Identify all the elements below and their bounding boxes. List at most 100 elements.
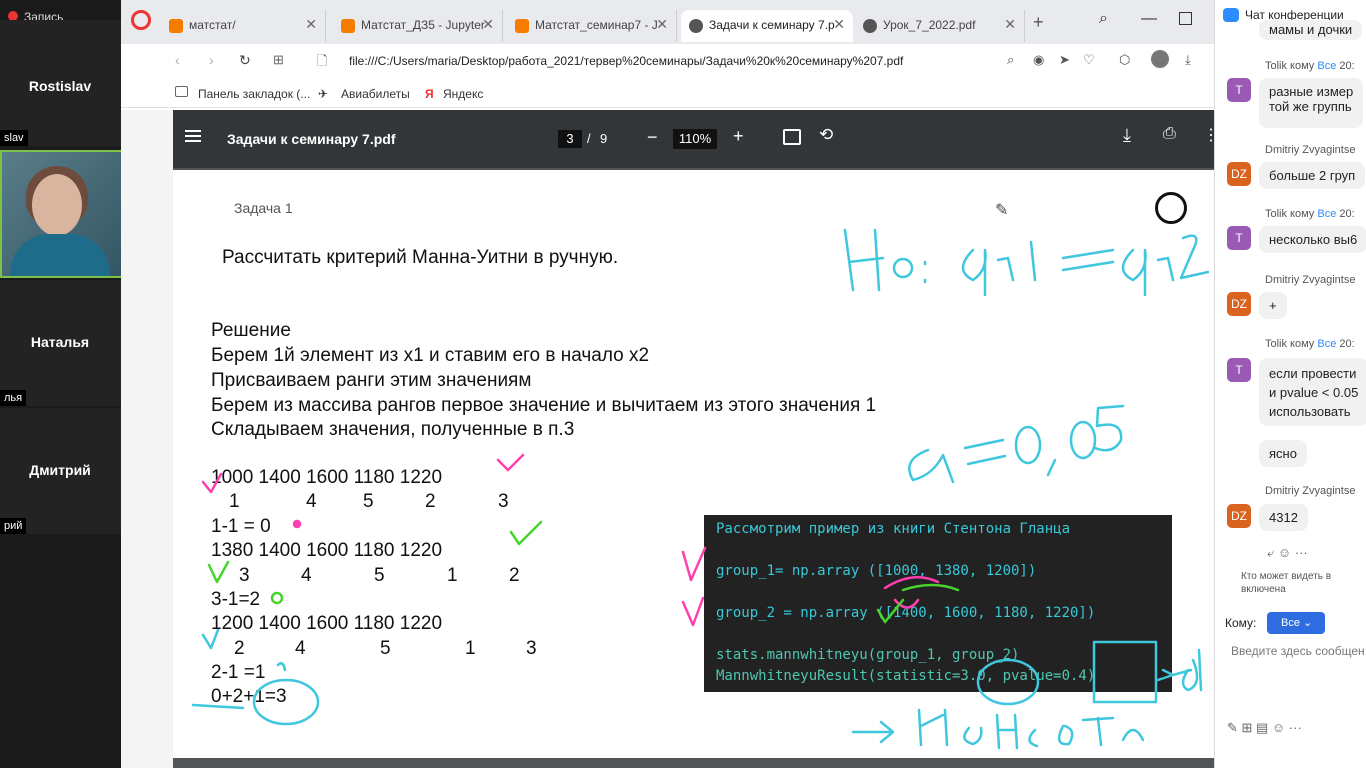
profile-icon[interactable] [1151,50,1169,68]
chat-compose: Кому: Все ⌄ Введите здесь сообщен ✎ ⊞ ▤ … [1215,600,1366,768]
close-icon[interactable]: ✕ [833,16,845,33]
chat-meta: Dmitriy Zvyagintse [1265,144,1356,156]
zoom-icon[interactable]: ⌕ [1007,52,1014,68]
menu-icon[interactable] [185,130,201,132]
address-bar: ‹ › ↻ ⊞ 🗋 file:///C:/Users/maria/Desktop… [121,44,1214,78]
grid-icon[interactable]: ⊞ [273,52,284,68]
chat-meta: Dmitriy Zvyagintse [1265,274,1356,286]
participant-name: Дмитрий [29,462,91,478]
bookmark[interactable]: Панель закладок (... [198,87,310,101]
bookmark[interactable]: Авиабилеты [341,87,410,101]
tab[interactable]: Матстат_семинар7 - J ✕ [507,10,677,42]
avatar: T [1227,358,1251,382]
plane-icon: ✈ [318,87,329,101]
globe-icon [689,19,703,33]
green-checks [207,520,960,624]
margin-checks [191,628,320,726]
participant-name: Наталья [30,334,90,350]
url-field[interactable]: file:///C:/Users/maria/Desktop/работа_20… [349,54,903,68]
zoom-level[interactable]: 110% [673,129,717,149]
minimize-icon[interactable]: — [1141,10,1157,28]
chat-meta: Tolik кому Все 20: [1265,60,1355,72]
bookmark[interactable]: Яндекс [443,87,483,101]
heart-icon[interactable]: ♡ [1083,52,1095,68]
avatar: T [1227,226,1251,250]
folder-icon [175,86,188,97]
file-icon: 🗋 [317,53,328,68]
pink-checks [201,453,940,627]
compose-tools-icon[interactable]: ✎ ⊞ ▤ ☺ ··· [1227,720,1302,736]
avatar: T [1227,78,1251,102]
alpha-annotation [908,404,1125,484]
pdf-viewport[interactable]: Задача 1 ✎ Рассчитать критерий Манна-Уит… [173,168,1218,768]
avatar: DZ [1227,504,1251,528]
recipient-select[interactable]: Все ⌄ [1267,612,1325,634]
zoom-out-icon[interactable]: − [647,127,658,148]
tab[interactable]: Матстат_ДЗ5 - Jupyter ✕ [333,10,503,42]
send-icon[interactable]: ➤ [1059,52,1070,68]
close-icon[interactable]: ✕ [482,16,494,33]
download-icon[interactable]: ⤓ [1185,52,1191,68]
close-icon[interactable]: ✕ [1004,16,1016,33]
browser-window: матстат/✕ Матстат_ДЗ5 - Jupyter ✕ Матстат… [121,0,1219,768]
forward-icon[interactable]: › [209,52,214,68]
jupyter-icon [169,19,183,33]
tab-active[interactable]: Задачи к семинару 7.р ✕ [681,10,853,42]
download-icon[interactable]: ⤓ [1123,125,1131,146]
avatar: DZ [1227,162,1251,186]
globe-icon [863,19,877,33]
cube-icon[interactable]: ⬡ [1119,52,1130,68]
tab[interactable]: Урок_7_2022.pdf ✕ [855,10,1025,42]
chat-message: мамы и дочки [1259,20,1363,40]
chat-message: разные измер той же группь [1259,78,1364,128]
video-person-body [10,234,110,276]
participant-label: рий [0,518,27,534]
chat-message: больше 2 груп [1259,162,1366,189]
chat-meta: Tolik кому Все 20: [1265,208,1355,220]
message-input[interactable]: Введите здесь сообщен [1231,644,1365,658]
maximize-icon[interactable] [1179,12,1192,25]
page-count: 9 [600,131,608,146]
jupyter-icon [515,19,529,33]
chat-message: ясно [1259,440,1307,467]
participant-label: slav [0,130,28,146]
pdf-toolbar: Задачи к семинару 7.pdf 3 / 9 − 110% + ⟲… [173,110,1219,168]
participant-name: Rostislav [28,78,92,94]
chat-message: 4312 [1259,504,1308,531]
zoom-icon [1223,8,1239,22]
page-separator: / [587,131,591,146]
chat-meta: Tolik кому Все 20: [1265,338,1355,350]
jupyter-icon [341,19,355,33]
result-markup [976,640,1203,706]
page-input[interactable]: 3 [558,130,582,148]
pdf-title: Задачи к семинару 7.pdf [227,131,396,147]
fit-page-icon[interactable] [783,129,801,145]
pdf-page: Задача 1 ✎ Рассчитать критерий Манна-Уит… [173,170,1218,758]
print-icon[interactable]: ⎙ [1163,125,1176,143]
chat-visibility-note: Кто может видеть в включена [1241,571,1332,595]
video-person-face [32,174,82,236]
participant-label: лья [0,390,27,406]
new-tab-icon[interactable]: + [1033,12,1044,33]
handwriting-overlay [191,228,1210,750]
search-icon[interactable]: ⌕ [1099,10,1108,28]
back-icon[interactable]: ‹ [175,52,180,68]
avatar: DZ [1227,292,1251,316]
chat-meta: Dmitriy Zvyagintse [1265,485,1356,497]
close-icon[interactable]: ✕ [305,16,317,33]
rotate-icon[interactable]: ⟲ [819,125,833,145]
to-label: Кому: [1225,616,1257,630]
pdf-sidebar [121,110,173,768]
close-icon[interactable]: ✕ [656,16,668,33]
yandex-icon: Я [425,87,434,101]
opera-logo-icon[interactable] [131,10,151,30]
tab[interactable]: матстат/✕ [161,10,326,42]
zoom-in-icon[interactable]: + [733,126,744,147]
bookmarks-bar: Панель закладок (... ✈ Авиабилеты Я Янде… [121,80,1214,108]
chat-message: если провести и pvalue < 0.05 использовать [1259,358,1366,426]
bottom-annotation [851,708,1145,750]
reply-icon[interactable]: ⤶ ☺ ··· [1267,545,1308,561]
camera-icon[interactable]: ◉ [1033,52,1044,68]
tab-bar: матстат/✕ Матстат_ДЗ5 - Jupyter ✕ Матстат… [121,0,1214,44]
reload-icon[interactable]: ↻ [239,52,251,69]
